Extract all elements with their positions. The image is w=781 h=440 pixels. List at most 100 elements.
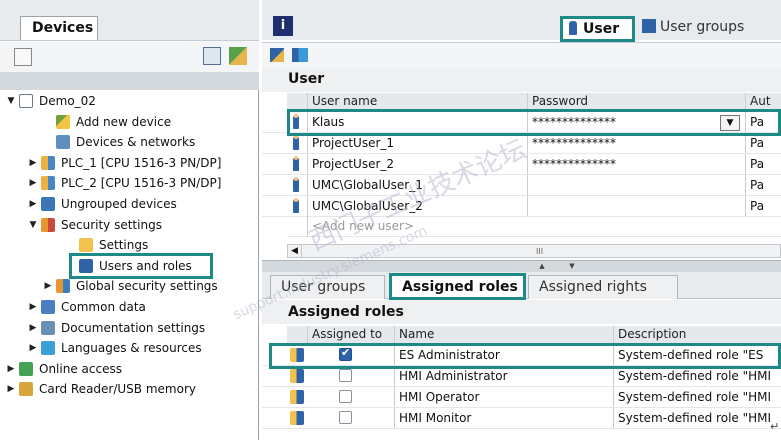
pane-splitter[interactable]: ▲ ▼	[262, 260, 781, 272]
tree-item[interactable]: ▼ Demo_02	[6, 91, 96, 111]
tree-item-label: Languages & resources	[61, 341, 202, 356]
expand-arrow-icon[interactable]: ▶	[6, 364, 16, 374]
user-name-cell[interactable]: UMC\GlobalUser_2	[307, 196, 527, 216]
tab-user-groups[interactable]: User groups	[642, 19, 744, 35]
expand-arrow-icon[interactable]: ▶	[28, 199, 38, 209]
role-icon	[290, 369, 304, 383]
tree-item[interactable]: ▶ PLC_2 [CPU 1516-3 PN/DP]	[28, 173, 221, 193]
roles-section-header: Assigned roles	[262, 300, 781, 324]
tree-item[interactable]: ▶ Common data	[28, 297, 146, 317]
authentication-cell[interactable]: Pa	[745, 154, 781, 174]
user-name-cell[interactable]: ProjectUser_2	[307, 154, 527, 174]
splitter-up-icon[interactable]: ▲	[532, 263, 552, 270]
role-row[interactable]: HMI Administrator System-defined role "HM…	[262, 366, 781, 387]
role-name-cell: HMI Operator	[394, 387, 612, 407]
tree-item-label: Security settings	[61, 217, 162, 232]
add-user-icon[interactable]	[270, 48, 284, 62]
editor-tab-bar: i User User groups	[262, 0, 781, 42]
tab-assigned-rights[interactable]: Assigned rights	[528, 275, 678, 299]
password-cell[interactable]	[527, 175, 745, 195]
expand-arrow-icon[interactable]: ▶	[28, 178, 38, 188]
role-row[interactable]: HMI Operator System-defined role "HMI	[262, 387, 781, 408]
overview-icon[interactable]	[203, 47, 221, 65]
authentication-cell[interactable]: Pa	[745, 175, 781, 195]
info-button[interactable]: i	[273, 16, 293, 36]
scroll-thumb[interactable]: III	[536, 247, 546, 256]
collapse-arrow-icon[interactable]: ▼	[6, 96, 16, 106]
collapse-arrow-icon[interactable]: ▼	[28, 220, 38, 230]
corner-mark: ↵	[770, 420, 780, 433]
col-password[interactable]: Password	[527, 93, 747, 110]
tree-item[interactable]: ▶ Card Reader/USB memory	[6, 379, 196, 399]
devices-tab[interactable]: Devices	[20, 16, 98, 40]
expand-arrow-icon[interactable]: ▶	[6, 384, 16, 394]
col-role-name[interactable]: Name	[394, 326, 614, 343]
authentication-cell[interactable]: Pa	[745, 133, 781, 153]
expand-arrow-icon[interactable]: ▶	[28, 343, 38, 353]
role-row[interactable]: HMI Monitor System-defined role "HMI	[262, 408, 781, 429]
expand-arrow-icon[interactable]: ▶	[28, 302, 38, 312]
tree-item[interactable]: ▶ Documentation settings	[28, 318, 205, 338]
project-icon	[19, 94, 33, 108]
role-icon	[290, 411, 304, 425]
tree-item[interactable]: ▶ Ungrouped devices	[28, 194, 177, 214]
col-description[interactable]: Description	[613, 326, 781, 343]
roles-section-title: Assigned roles	[288, 304, 404, 320]
user-row[interactable]: UMC\GlobalUser_2 Pa	[262, 196, 781, 217]
user-section-title: User	[288, 71, 325, 87]
user-name-cell[interactable]: UMC\GlobalUser_1	[307, 175, 527, 195]
user-row[interactable]: ProjectUser_2 ************** Pa	[262, 154, 781, 175]
user-row[interactable]: ProjectUser_1 ************** Pa	[262, 133, 781, 154]
tree-item[interactable]: ▼ Security settings	[28, 215, 162, 235]
tab-user[interactable]: User	[560, 16, 635, 42]
tree-view-icon[interactable]	[14, 48, 32, 66]
tree-item-label: Card Reader/USB memory	[39, 382, 196, 397]
roles-table-header: Assigned to Name Description	[287, 326, 781, 344]
tree-item[interactable]: ▶ PLC_1 [CPU 1516-3 PN/DP]	[28, 153, 221, 173]
project-tree-pane: Devices ▼ Demo_02 Add new device Devices & …	[0, 0, 259, 440]
col-assigned-to[interactable]: Assigned to	[307, 326, 397, 343]
password-cell[interactable]: **************	[527, 133, 745, 153]
users-and-roles-highlight	[69, 253, 213, 279]
documentation-icon	[41, 320, 55, 335]
assigned-checkbox[interactable]	[339, 369, 352, 382]
tree-item-label: Add new device	[76, 114, 172, 129]
left-toolbar	[0, 40, 259, 72]
add-new-user-placeholder[interactable]: <Add new user>	[307, 216, 527, 236]
tree-item[interactable]: Add new device	[43, 112, 171, 132]
ungrouped-devices-icon	[41, 197, 55, 211]
password-cell[interactable]	[527, 196, 745, 216]
add-new-user-row[interactable]: <Add new user>	[287, 216, 781, 237]
role-name-cell: HMI Administrator	[394, 366, 612, 386]
password-cell[interactable]: **************	[527, 154, 745, 174]
tab-user-groups-detail[interactable]: User groups	[270, 275, 385, 299]
splitter-down-icon[interactable]: ▼	[562, 263, 582, 270]
tree-item[interactable]: ▶ Languages & resources	[28, 338, 202, 358]
tree-item[interactable]: ▶ Online access	[6, 359, 122, 379]
add-device-icon	[56, 114, 70, 129]
tab-assigned-roles[interactable]: Assigned roles	[389, 273, 526, 300]
authentication-cell[interactable]: Pa	[745, 196, 781, 216]
user-row[interactable]: UMC\GlobalUser_1 Pa	[262, 175, 781, 196]
expand-arrow-icon[interactable]: ▶	[43, 281, 53, 291]
user-group-icon	[642, 19, 656, 33]
col-authentication[interactable]: Aut	[745, 93, 781, 110]
assigned-checkbox[interactable]	[339, 411, 352, 424]
tree-item-label: Global security settings	[76, 279, 218, 294]
user-icon	[293, 198, 299, 213]
user-name-cell[interactable]: ProjectUser_1	[307, 133, 527, 153]
card-reader-icon	[19, 382, 33, 397]
user-table-scrollbar[interactable]: ◀ III	[287, 244, 781, 258]
scroll-left-icon[interactable]: ◀	[288, 245, 302, 257]
tree-item-label: Online access	[39, 361, 122, 376]
expand-arrow-icon[interactable]: ▶	[28, 323, 38, 333]
col-user-name[interactable]: User name	[307, 93, 552, 110]
role-description-cell: System-defined role "HMI	[613, 366, 781, 386]
refresh-user-icon[interactable]	[292, 48, 308, 62]
tree-item[interactable]: Devices & networks	[43, 132, 195, 152]
tab-user-label: User	[583, 21, 620, 37]
export-icon[interactable]	[229, 47, 247, 65]
expand-arrow-icon[interactable]: ▶	[28, 158, 38, 168]
tree-item[interactable]: ▶ Global security settings	[43, 276, 218, 296]
assigned-checkbox[interactable]	[339, 390, 352, 403]
